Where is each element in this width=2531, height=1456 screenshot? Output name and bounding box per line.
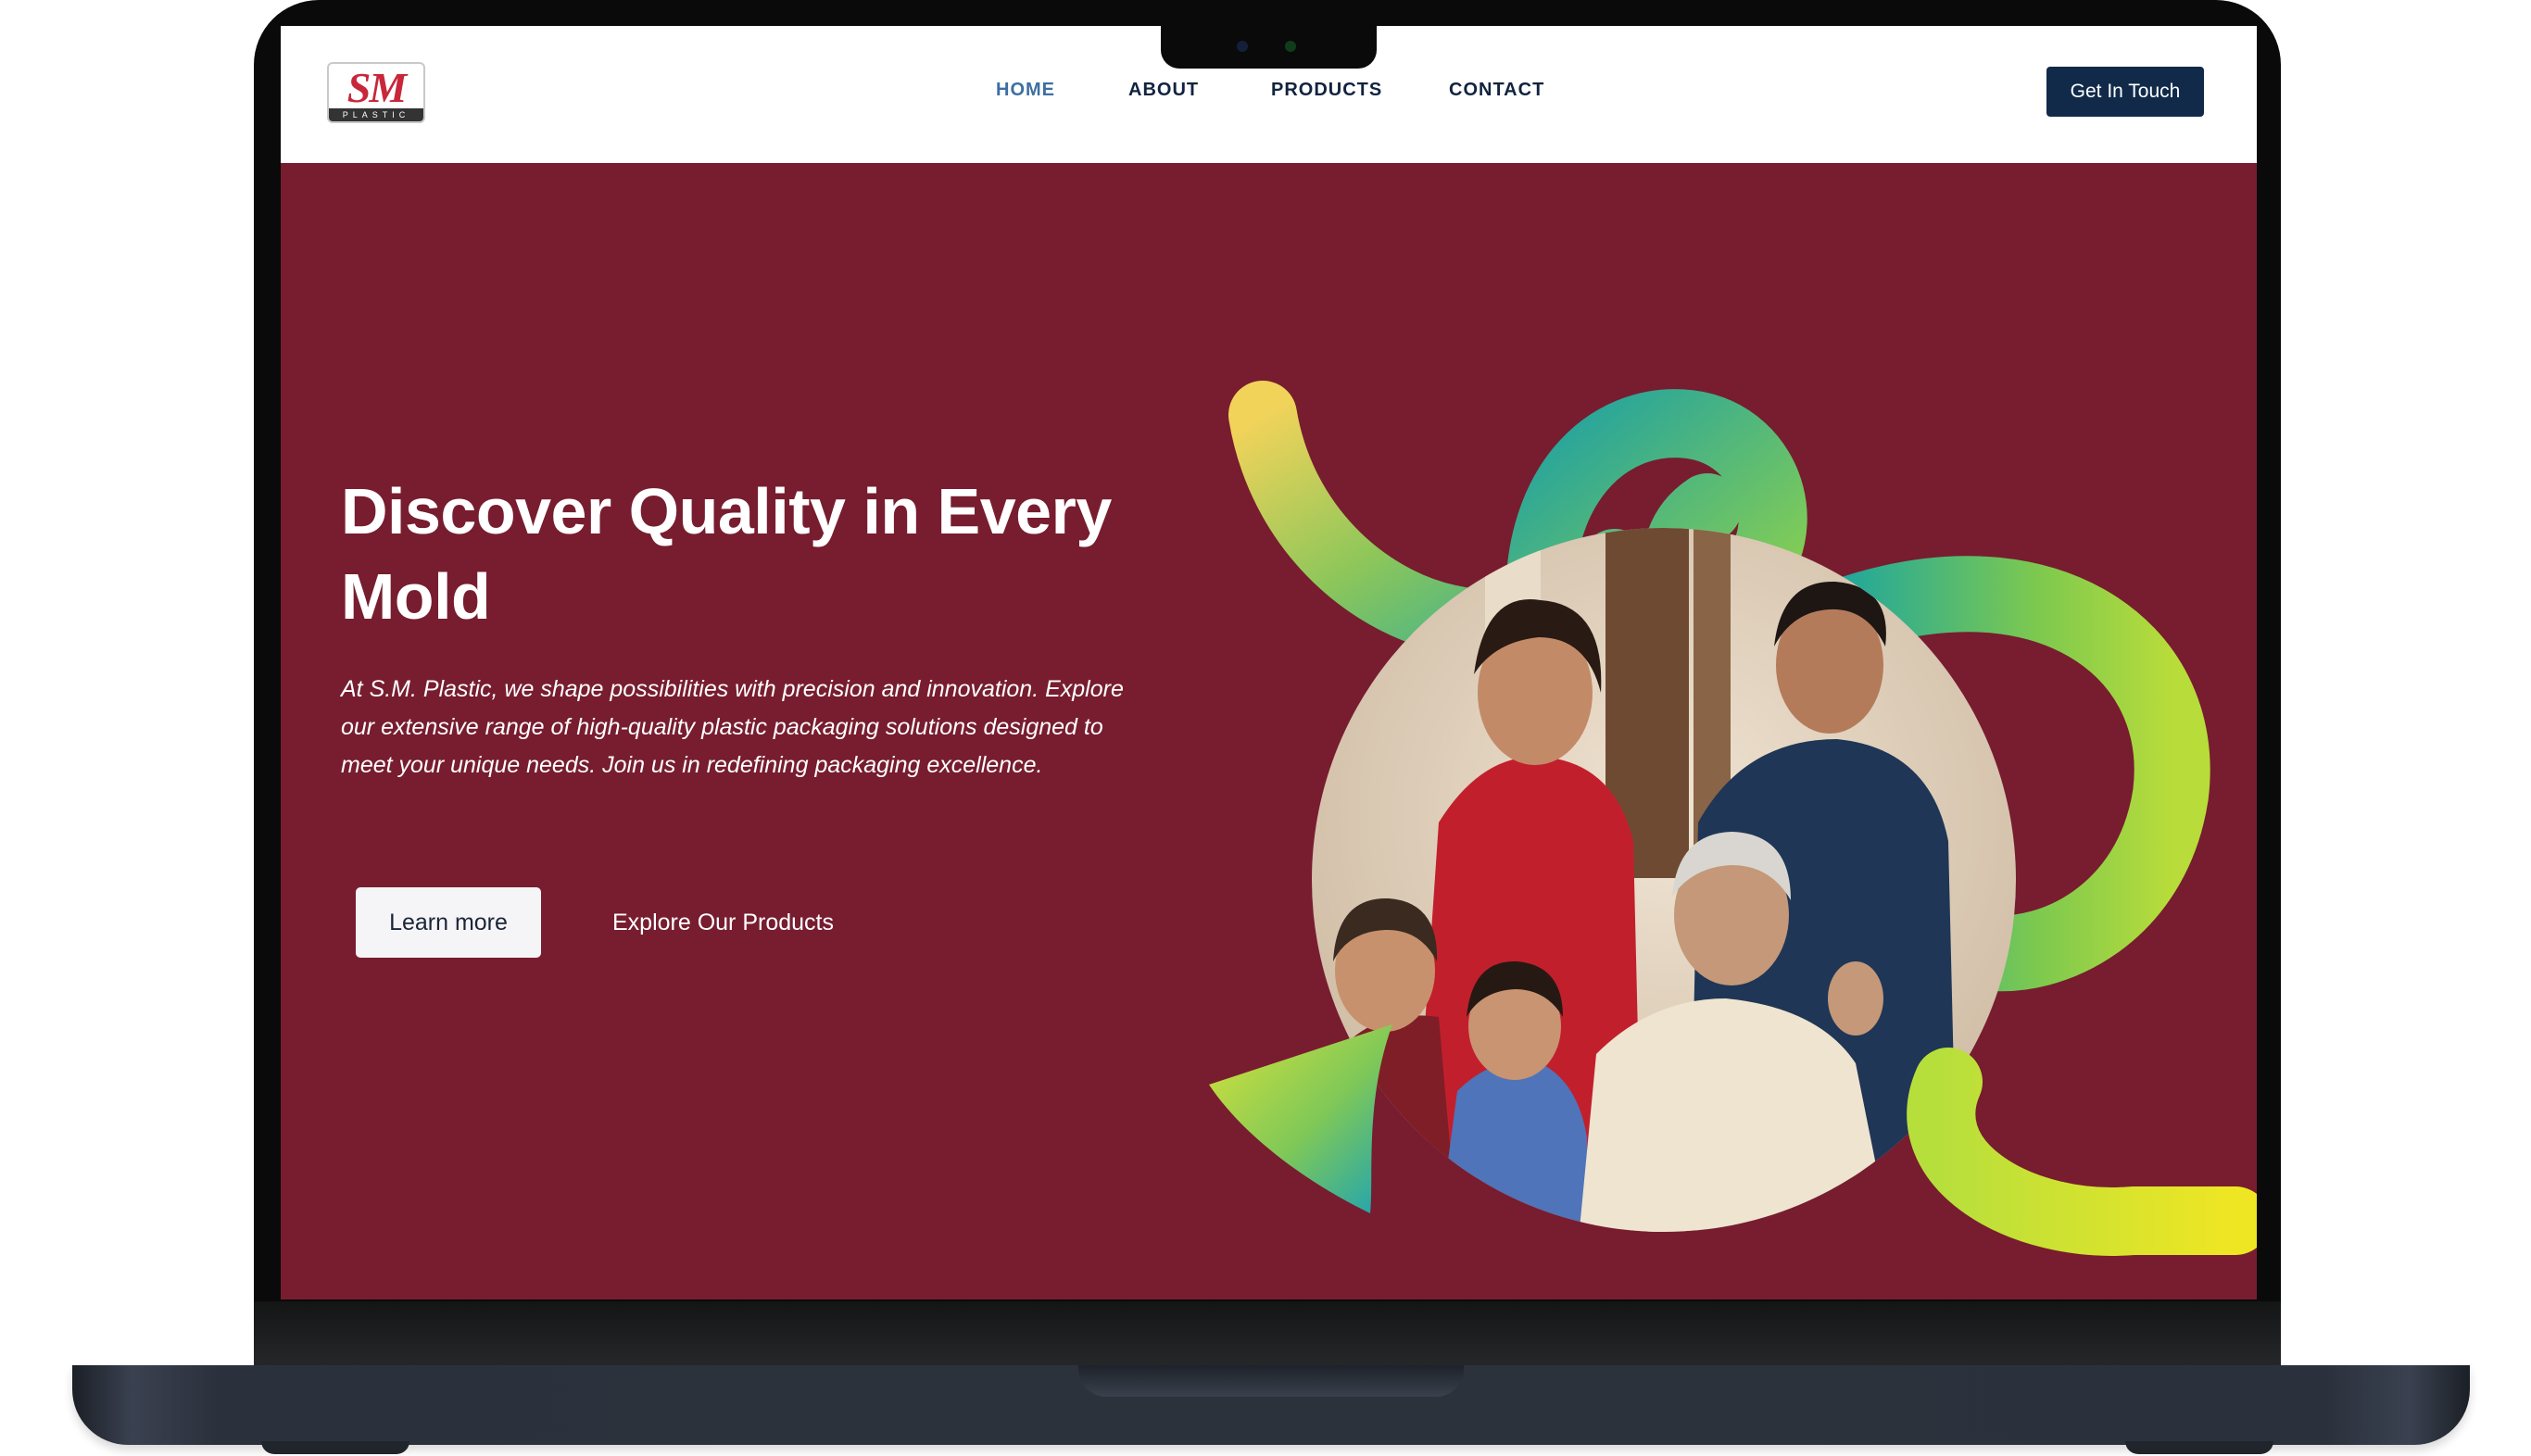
camera-indicator-icon (1285, 41, 1296, 52)
learn-more-button[interactable]: Learn more (356, 887, 541, 958)
laptop-opening-notch (1078, 1365, 1464, 1397)
get-in-touch-button[interactable]: Get In Touch (2046, 67, 2204, 117)
laptop-foot-left (261, 1441, 409, 1454)
ribbon-lime-yellow (1907, 1048, 2257, 1256)
laptop-hinge (254, 1301, 2281, 1366)
hero-description: At S.M. Plastic, we shape possibilities … (341, 676, 1124, 778)
explore-products-link[interactable]: Explore Our Products (612, 910, 834, 936)
nav-contact[interactable]: CONTACT (1449, 80, 1544, 101)
camera-lens-icon (1237, 41, 1248, 52)
website-screen: SM PLASTIC HOME ABOUT PRODUCTS CONTACT G… (281, 26, 2257, 1299)
hero-illustration (1209, 381, 2257, 1256)
ribbon-yellow-green (1228, 381, 1649, 659)
camera-notch (1161, 24, 1377, 69)
logo-mark: SM (346, 64, 407, 111)
ribbon-green-arc (1799, 556, 2210, 992)
ribbon-green-cone (1209, 1024, 1392, 1213)
hero-title: Discover Quality in Every Mold (341, 475, 1112, 633)
laptop-foot-right (2125, 1441, 2273, 1454)
ribbon-teal-loop (1505, 389, 1807, 653)
nav-products[interactable]: PRODUCTS (1271, 80, 1382, 101)
family-photo (1312, 528, 2016, 1232)
nav-about[interactable]: ABOUT (1128, 80, 1199, 101)
nav-home[interactable]: HOME (996, 80, 1055, 101)
brand-logo[interactable]: SM PLASTIC (327, 62, 425, 123)
logo-subtext: PLASTIC (329, 108, 423, 121)
